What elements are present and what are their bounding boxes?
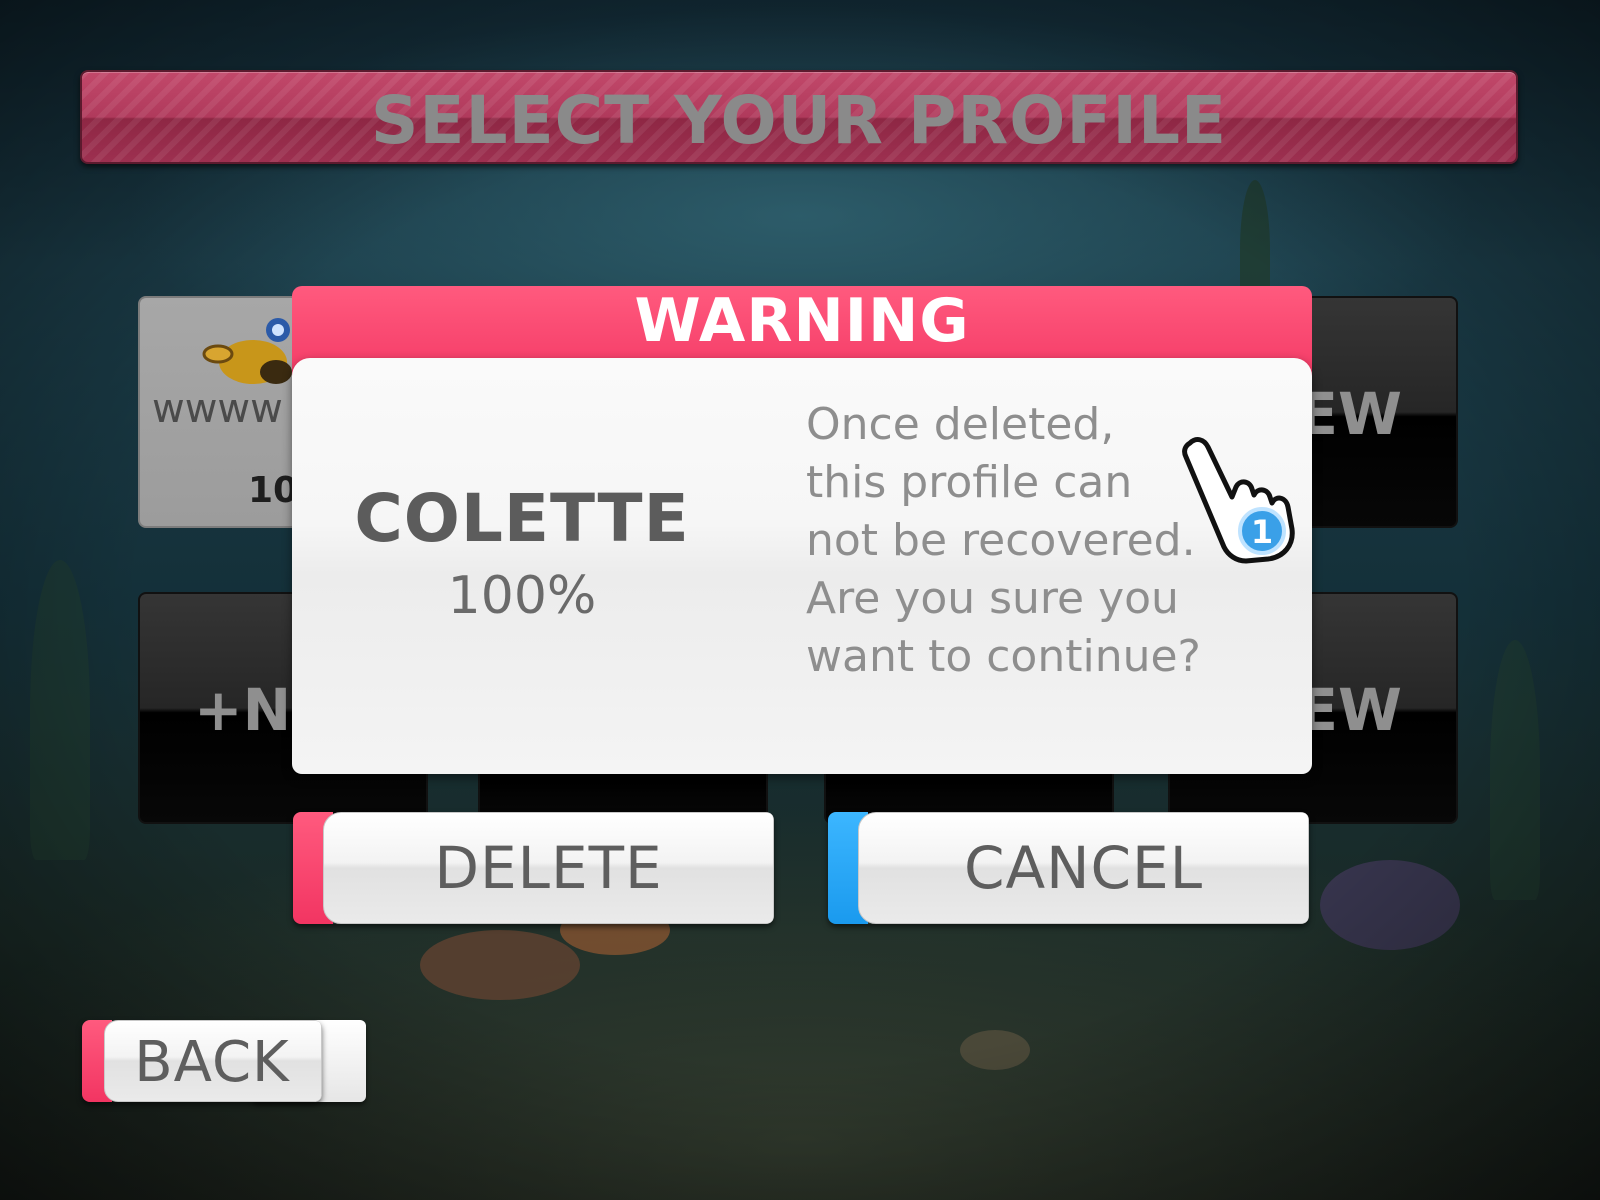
- cancel-button[interactable]: CANCEL: [828, 812, 1309, 924]
- profile-name: COLETTE: [354, 480, 690, 557]
- page-title: SELECT YOUR PROFILE: [370, 82, 1228, 159]
- submarine-icon: [202, 318, 292, 384]
- warning-message: Once deleted, this profile can not be re…: [806, 399, 1201, 682]
- profile-slot-name: wwww: [152, 386, 283, 432]
- dialog-body: COLETTE 100% Once deleted, this profile …: [292, 358, 1312, 774]
- warning-dialog: WARNING COLETTE 100% Once deleted, this …: [292, 286, 1312, 774]
- back-button-label: BACK: [134, 1030, 290, 1095]
- back-button[interactable]: BACK: [82, 1020, 322, 1102]
- profile-progress: 100%: [447, 566, 597, 626]
- cancel-button-label: CANCEL: [963, 834, 1204, 902]
- dialog-title: WARNING: [634, 286, 970, 356]
- title-bar: SELECT YOUR PROFILE: [80, 70, 1518, 164]
- delete-button[interactable]: DELETE: [293, 812, 774, 924]
- cursor-badge: 1: [1251, 513, 1273, 551]
- hand-pointer-icon: 1: [1182, 437, 1295, 564]
- delete-button-label: DELETE: [434, 834, 663, 902]
